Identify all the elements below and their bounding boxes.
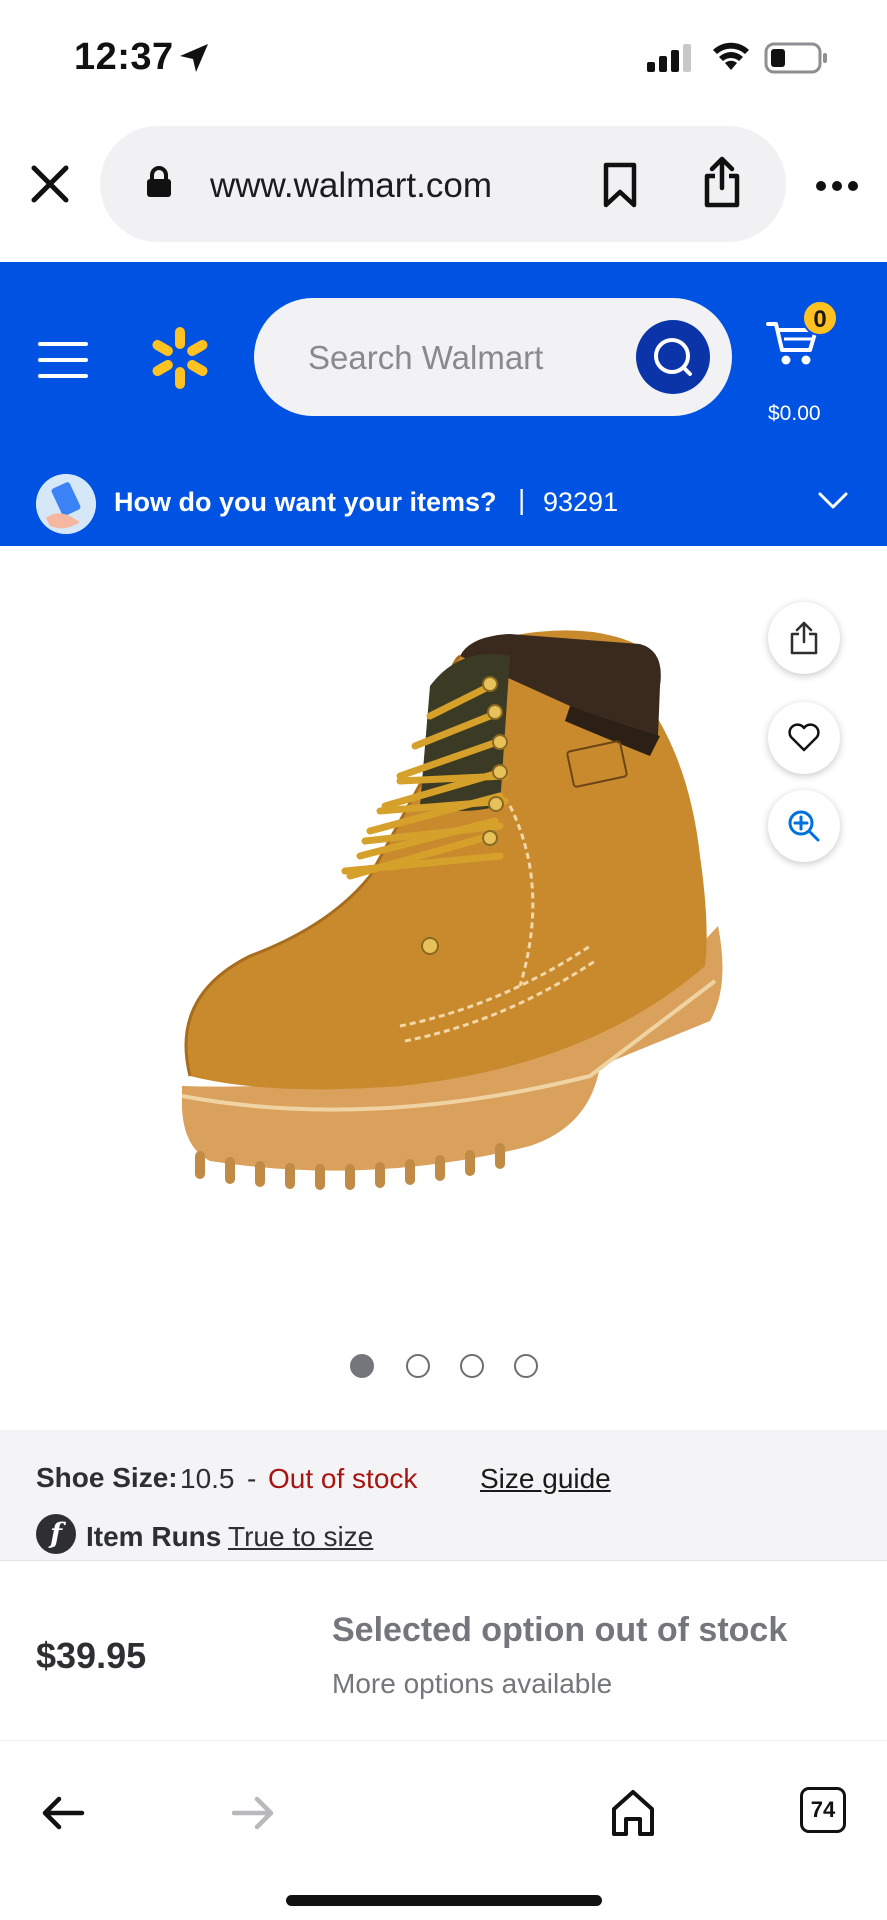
- back-arrow-icon[interactable]: [40, 1795, 86, 1831]
- more-options-icon[interactable]: [815, 180, 859, 192]
- gallery-pagination: [350, 1354, 540, 1380]
- bookmark-icon[interactable]: [602, 162, 638, 208]
- heart-icon: [788, 723, 820, 752]
- wifi-icon: [713, 42, 749, 70]
- walmart-spark-logo-icon[interactable]: [148, 324, 212, 392]
- battery-icon: [764, 42, 827, 74]
- search-input[interactable]: Search Walmart: [254, 298, 732, 416]
- location-arrow-icon: [180, 44, 208, 72]
- item-runs-label: Item Runs: [86, 1521, 222, 1552]
- address-bar[interactable]: www.walmart.com: [100, 126, 786, 242]
- chevron-down-icon: [818, 492, 848, 509]
- shoe-size-value: 10.5: [180, 1463, 235, 1494]
- delivery-question: How do you want your items?: [114, 487, 497, 517]
- search-placeholder: Search Walmart: [308, 339, 544, 376]
- gallery-dot[interactable]: [406, 1354, 430, 1378]
- browser-bottom-nav: 74: [0, 1740, 887, 1920]
- gallery-dot[interactable]: [514, 1354, 538, 1378]
- forward-arrow-icon[interactable]: [230, 1795, 276, 1831]
- product-gallery[interactable]: [0, 546, 887, 1430]
- stock-status: Out of stock: [268, 1463, 418, 1494]
- cart-button[interactable]: 0 $0.00: [762, 300, 872, 425]
- home-indicator: [286, 1895, 602, 1906]
- out-of-stock-subtitle: More options available: [332, 1668, 613, 1699]
- delivery-separator: |: [518, 484, 526, 515]
- zoom-in-icon: [788, 810, 820, 842]
- product-price: $39.95: [36, 1635, 147, 1676]
- search-button[interactable]: [636, 320, 710, 394]
- cart-count-badge: 0: [802, 300, 838, 336]
- tabs-button[interactable]: 74: [800, 1787, 846, 1833]
- search-icon: [654, 338, 692, 376]
- status-bar: 12:37: [0, 0, 887, 118]
- size-section: Shoe Size: 10.5 - Out of stock Size guid…: [0, 1430, 887, 1560]
- out-of-stock-title: Selected option out of stock: [332, 1611, 788, 1649]
- home-icon[interactable]: [610, 1789, 656, 1837]
- cellular-signal-icon: [647, 44, 691, 72]
- gallery-dot[interactable]: [460, 1354, 484, 1378]
- zoom-button[interactable]: [768, 790, 840, 862]
- fit-predictor-icon: f: [36, 1514, 76, 1554]
- delivery-avatar-icon: [36, 474, 96, 534]
- shoe-size-label: Shoe Size:: [36, 1462, 178, 1493]
- favorite-button[interactable]: [768, 702, 840, 774]
- close-icon[interactable]: [30, 164, 70, 204]
- cart-total: $0.00: [768, 402, 821, 425]
- share-icon[interactable]: [702, 156, 742, 208]
- size-guide-link[interactable]: Size guide: [480, 1463, 611, 1495]
- url-text: www.walmart.com: [210, 166, 492, 205]
- delivery-zip: 93291: [543, 487, 619, 517]
- menu-icon[interactable]: [38, 340, 88, 380]
- walmart-header: Search Walmart 0 $0.00 How do you want y…: [0, 262, 887, 546]
- share-icon: [790, 621, 818, 655]
- price-bar: $39.95 Selected option out of stock More…: [0, 1560, 887, 1740]
- product-image[interactable]: [170, 626, 730, 1206]
- status-time: 12:37: [74, 36, 174, 78]
- shoe-size-dash: -: [247, 1463, 257, 1494]
- browser-toolbar: www.walmart.com: [0, 118, 887, 262]
- share-product-button[interactable]: [768, 602, 840, 674]
- item-runs-value[interactable]: True to size: [228, 1521, 373, 1553]
- lock-icon: [147, 166, 171, 197]
- gallery-dot[interactable]: [350, 1354, 374, 1378]
- delivery-selector[interactable]: How do you want your items? | 93291: [0, 462, 887, 546]
